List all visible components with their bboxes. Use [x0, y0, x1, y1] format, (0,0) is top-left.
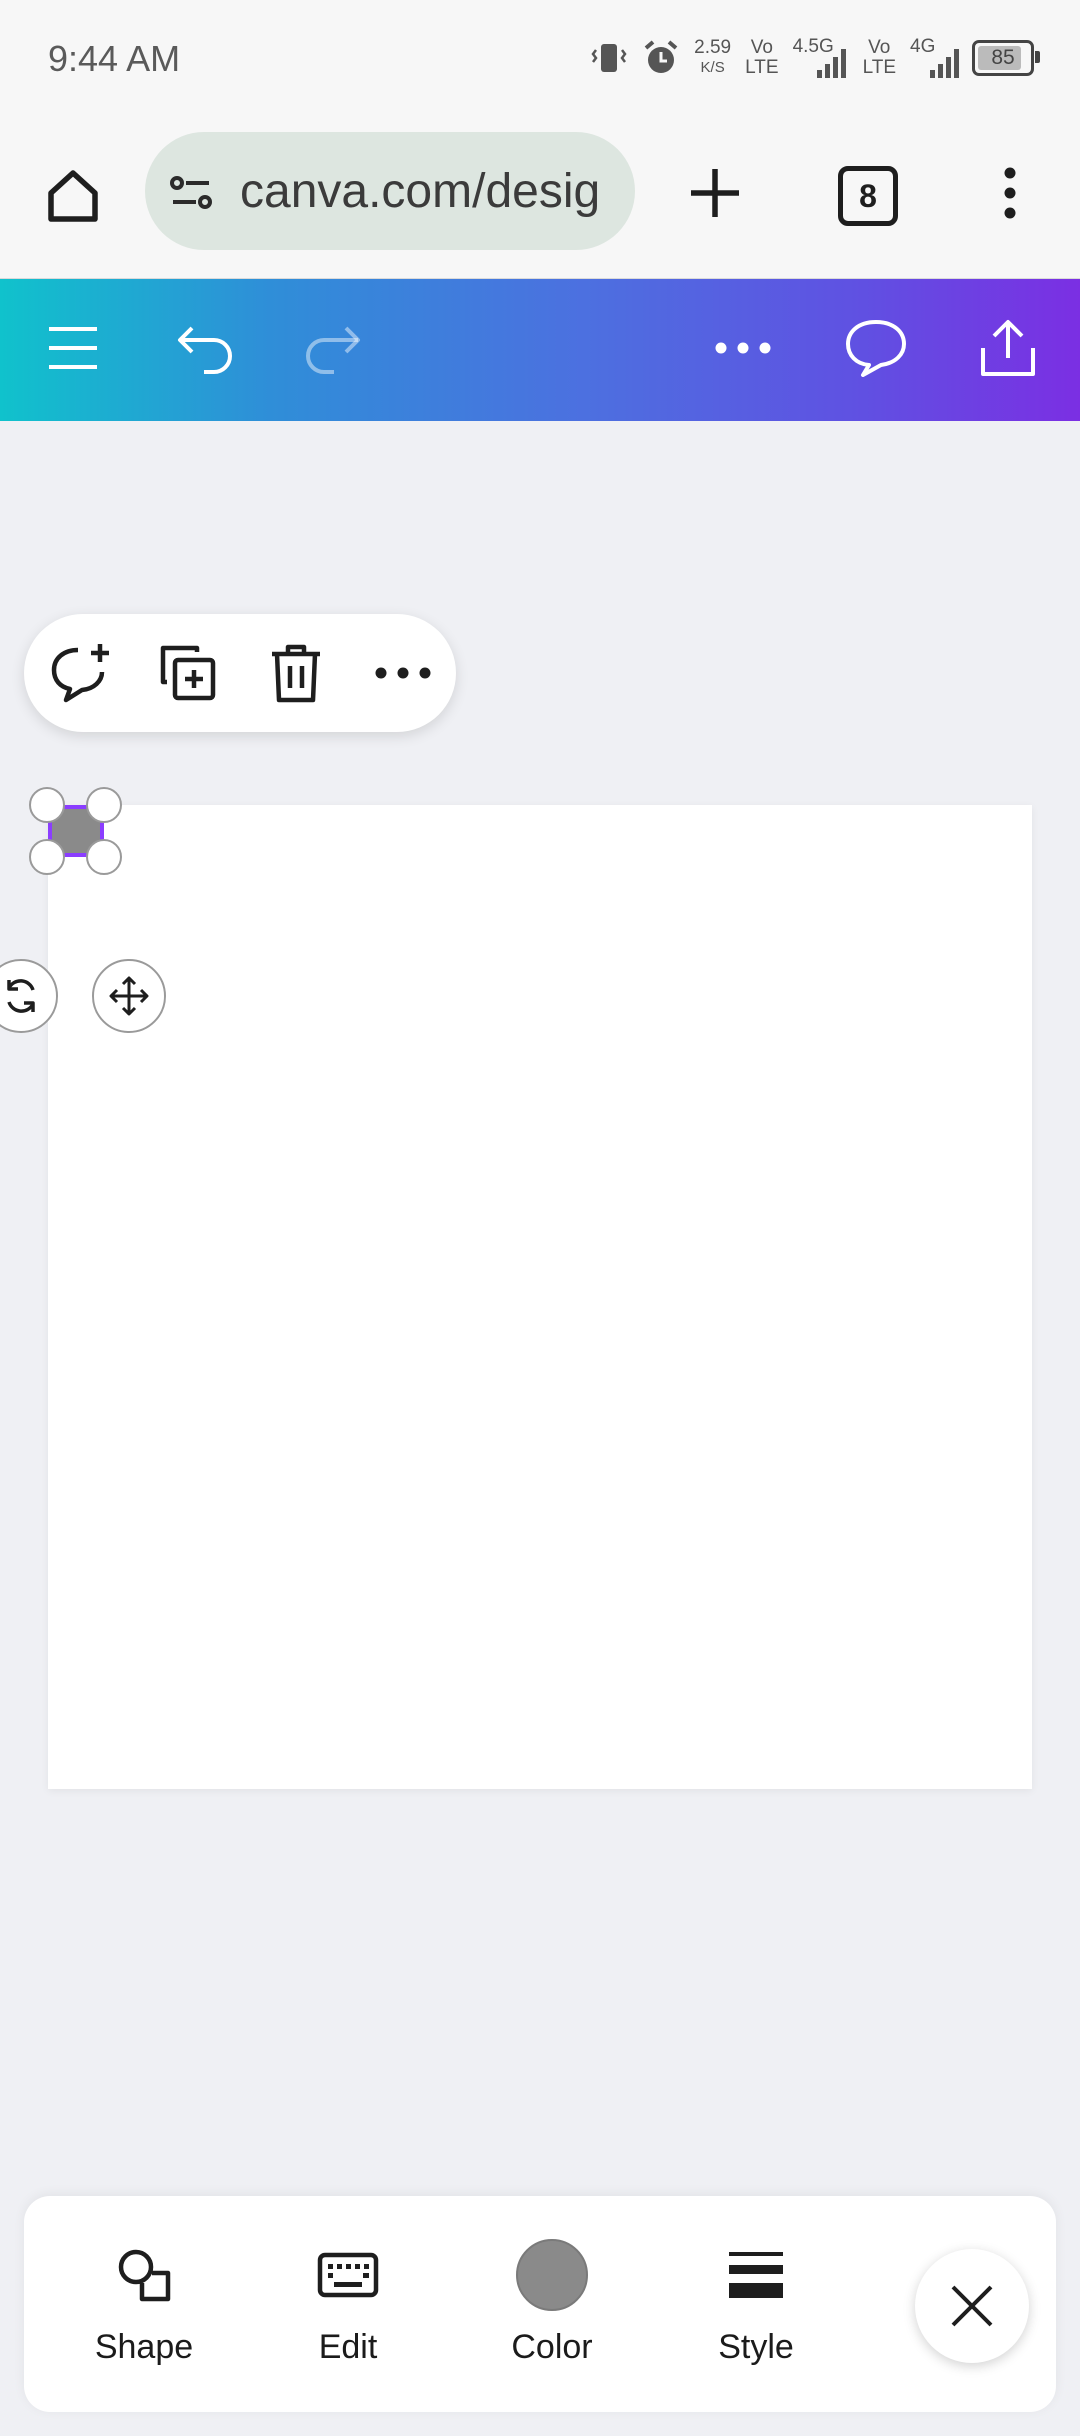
sim1-volte: Vo LTE — [745, 38, 778, 78]
color-tool-label: Color — [511, 2328, 593, 2366]
redo-icon[interactable] — [298, 315, 368, 381]
resize-handle-top-right[interactable] — [86, 787, 122, 823]
home-icon[interactable] — [38, 160, 108, 230]
add-comment-icon[interactable] — [44, 636, 118, 710]
url-text[interactable]: canva.com/desig — [240, 164, 610, 219]
resize-handle-bottom-left[interactable] — [29, 839, 65, 875]
color-tool-button[interactable]: Color — [452, 2196, 652, 2412]
sim2-sub: LTE — [862, 57, 896, 78]
line-style-icon — [729, 2252, 783, 2298]
color-swatch — [516, 2239, 588, 2311]
move-icon — [109, 976, 149, 1016]
element-context-menu — [24, 614, 456, 732]
undo-icon[interactable] — [170, 315, 240, 381]
edit-tool-button[interactable]: Edit — [248, 2196, 448, 2412]
comment-icon[interactable] — [840, 312, 912, 384]
resize-handle-bottom-right[interactable] — [86, 839, 122, 875]
sim2-signal: 4G — [910, 36, 959, 80]
vibrate-icon — [591, 44, 627, 72]
shape-icon — [118, 2249, 171, 2302]
browser-menu-icon[interactable] — [980, 158, 1040, 228]
net-speed-value: 2.59 — [694, 37, 732, 58]
alarm-icon — [644, 40, 678, 73]
sim1-signal: 4.5G — [793, 36, 849, 80]
close-panel-button[interactable] — [915, 2249, 1029, 2363]
share-icon[interactable] — [972, 312, 1044, 384]
sim1-type: Vo — [750, 37, 773, 58]
duplicate-icon[interactable] — [151, 636, 225, 710]
element-tools-panel: Shape Edit Color Style — [24, 2196, 1056, 2412]
sim2-type: Vo — [868, 37, 891, 58]
style-tool-label: Style — [718, 2328, 794, 2366]
battery-level: 85 — [991, 46, 1015, 69]
sim2-volte: Vo LTE — [863, 38, 896, 78]
site-settings-icon[interactable] — [165, 166, 219, 220]
editor-toolbar — [0, 279, 1080, 421]
net-speed-unit: K/S — [700, 59, 725, 76]
more-options-icon[interactable] — [708, 315, 778, 381]
close-icon — [951, 2285, 993, 2327]
sim1-sub: LTE — [745, 57, 779, 78]
move-handle[interactable] — [92, 959, 166, 1033]
net-speed: 2.59 K/S — [694, 38, 731, 78]
tab-switcher-button[interactable]: 8 — [838, 166, 898, 226]
status-icons: 2.59 K/S Vo LTE 4.5G Vo LTE 4G 85 — [590, 30, 1040, 86]
design-page[interactable] — [48, 805, 1032, 1789]
more-actions-icon[interactable] — [366, 636, 440, 710]
battery-icon: 85 — [972, 40, 1040, 76]
shape-tool-button[interactable]: Shape — [44, 2196, 244, 2412]
resize-handle-top-left[interactable] — [29, 787, 65, 823]
status-time: 9:44 AM — [48, 38, 181, 79]
signal-icon — [930, 49, 959, 78]
new-tab-icon[interactable] — [680, 158, 750, 228]
trash-icon[interactable] — [259, 636, 333, 710]
rotate-icon — [7, 979, 35, 1013]
style-tool-button[interactable]: Style — [656, 2196, 856, 2412]
keyboard-icon — [317, 2252, 379, 2298]
menu-icon[interactable] — [40, 315, 106, 381]
edit-tool-label: Edit — [318, 2328, 378, 2366]
signal-icon — [816, 49, 846, 78]
shape-tool-label: Shape — [94, 2328, 194, 2366]
